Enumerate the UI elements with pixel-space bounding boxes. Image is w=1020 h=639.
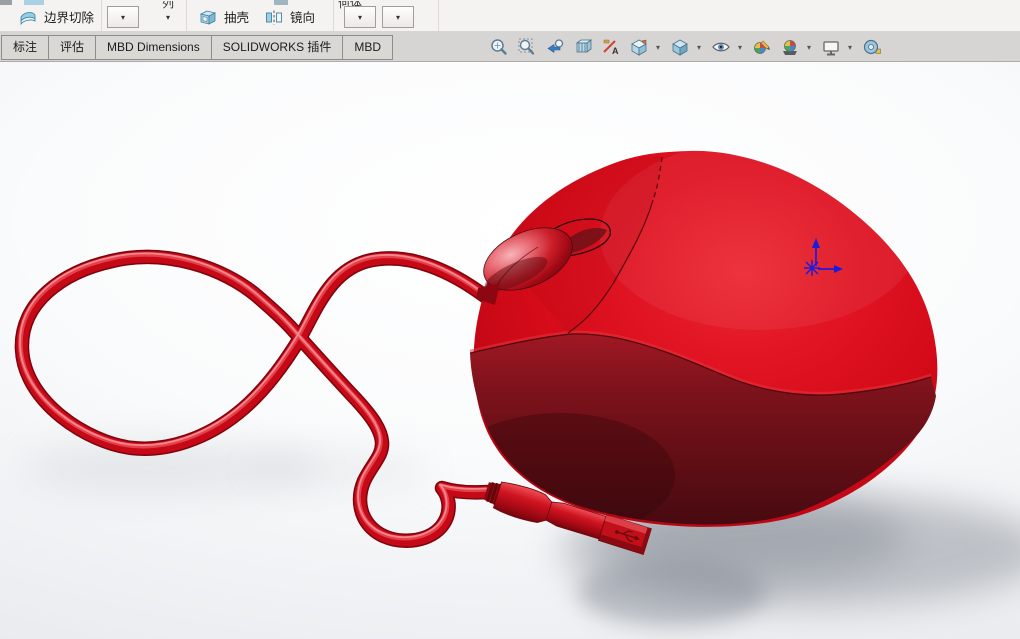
- view-orientation-icon: [629, 37, 649, 57]
- section-view-button[interactable]: [572, 36, 594, 58]
- boundary-cut-button[interactable]: 边界切除: [14, 3, 98, 30]
- shell-icon: [198, 7, 218, 27]
- ribbon-separator: [438, 0, 439, 31]
- previous-view-icon: [545, 37, 565, 57]
- zoom-to-fit-icon: [489, 37, 509, 57]
- edit-appearance-button[interactable]: [751, 36, 773, 58]
- boundary-cut-icon: [18, 7, 38, 27]
- reference-geometry-dropdown[interactable]: ▾: [344, 6, 376, 28]
- apply-scene-icon: [780, 37, 800, 57]
- view-orientation-button[interactable]: [628, 36, 650, 58]
- command-tabs: 标注 评估 MBD Dimensions SOLIDWORKS 插件 MBD: [1, 35, 393, 60]
- heads-up-view-toolbar: A ▾ ▾: [488, 35, 883, 59]
- tab-evaluate[interactable]: 评估: [49, 36, 96, 59]
- display-style-icon: [670, 37, 690, 57]
- svg-text:A: A: [612, 46, 619, 56]
- origin-point: [804, 260, 820, 276]
- shell-label: 抽壳: [224, 7, 249, 26]
- measure-button[interactable]: [861, 36, 883, 58]
- hide-show-items-button[interactable]: [710, 36, 732, 58]
- boundary-cut-label: 边界切除: [44, 7, 94, 26]
- mirror-label: 镜向: [290, 7, 315, 26]
- mirror-icon: [264, 7, 284, 27]
- zoom-to-area-icon: [517, 37, 537, 57]
- display-style-button[interactable]: [669, 36, 691, 58]
- graphics-viewport[interactable]: [0, 62, 1020, 639]
- shell-button[interactable]: 抽壳: [194, 3, 253, 30]
- ribbon-toolbar: 列 何体 边界切除 ▾ ▾ 抽壳: [0, 0, 1020, 32]
- hide-annotations-icon: A: [601, 37, 621, 57]
- edit-appearance-icon: [752, 37, 772, 57]
- command-tab-bar: 标注 评估 MBD Dimensions SOLIDWORKS 插件 MBD: [0, 32, 1020, 62]
- hide-show-items-dropdown[interactable]: ▾: [735, 36, 745, 58]
- mirror-button[interactable]: 镜向: [260, 3, 319, 30]
- viewport-canvas: [0, 62, 1020, 639]
- previous-view-button[interactable]: [544, 36, 566, 58]
- view-orientation-dropdown[interactable]: ▾: [653, 36, 663, 58]
- tab-mbd[interactable]: MBD: [343, 36, 392, 59]
- tab-mbd-dimensions[interactable]: MBD Dimensions: [96, 36, 212, 59]
- fillet-dropdown[interactable]: ▾: [107, 6, 139, 28]
- view-settings-dropdown[interactable]: ▾: [845, 36, 855, 58]
- curves-dropdown[interactable]: ▾: [382, 6, 414, 28]
- measure-icon: [862, 37, 882, 57]
- mouse-model[interactable]: [445, 140, 937, 537]
- ribbon-separator: [333, 0, 334, 31]
- section-view-icon: [573, 37, 593, 57]
- view-settings-button[interactable]: [820, 36, 842, 58]
- cutoff-icon-sliver: [0, 0, 12, 5]
- hide-show-items-icon: [711, 37, 731, 57]
- apply-scene-dropdown[interactable]: ▾: [804, 36, 814, 58]
- usb-cable[interactable]: [20, 253, 488, 540]
- zoom-to-fit-button[interactable]: [488, 36, 510, 58]
- ribbon-separator: [186, 0, 187, 31]
- tab-solidworks-addins[interactable]: SOLIDWORKS 插件: [212, 36, 344, 59]
- hide-annotations-button[interactable]: A: [600, 36, 622, 58]
- apply-scene-button[interactable]: [779, 36, 801, 58]
- display-style-dropdown[interactable]: ▾: [694, 36, 704, 58]
- view-settings-icon: [821, 37, 841, 57]
- zoom-to-area-button[interactable]: [516, 36, 538, 58]
- solidworks-window: 列 何体 边界切除 ▾ ▾ 抽壳: [0, 0, 1020, 639]
- ribbon-separator: [101, 0, 102, 31]
- tab-annotation[interactable]: 标注: [2, 36, 49, 59]
- pattern-dropdown[interactable]: ▾: [152, 6, 184, 28]
